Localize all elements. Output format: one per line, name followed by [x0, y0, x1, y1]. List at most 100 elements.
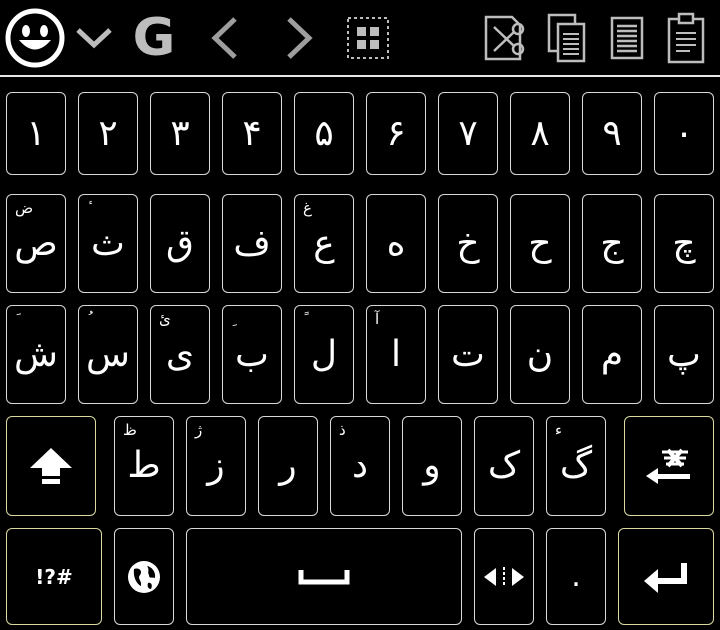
key-label: ۶	[386, 112, 406, 154]
key-label: ٨	[530, 112, 550, 154]
cursor-arrows-icon	[484, 566, 524, 587]
symbols-key[interactable]: !?#	[6, 528, 102, 625]
letter-key[interactable]: آا	[366, 305, 426, 404]
key-label: ح	[528, 222, 552, 264]
key-label: ی	[165, 333, 195, 375]
key-hint-label: ظ	[123, 421, 137, 439]
language-key[interactable]	[114, 528, 174, 625]
suggestion-toolbar: G	[0, 0, 720, 76]
key-label: ب	[235, 333, 269, 375]
letter-key[interactable]: ضص	[6, 194, 66, 293]
globe-icon	[128, 560, 160, 593]
period-key[interactable]: .	[546, 528, 606, 625]
google-icon[interactable]: G	[122, 4, 186, 72]
key-hint-label: ض	[15, 199, 34, 217]
key-label: پ	[667, 333, 701, 375]
shift-icon	[30, 448, 72, 484]
letter-key[interactable]: ذد	[330, 416, 390, 516]
key-label: ش	[14, 333, 58, 375]
space-icon	[298, 569, 350, 584]
digit-key[interactable]: ٩	[582, 92, 642, 175]
arrow-left-icon[interactable]	[200, 4, 250, 72]
key-hint-label: غ	[303, 199, 312, 217]
key-label: ز	[207, 445, 225, 486]
key-label: ع	[313, 222, 335, 264]
key-hint-label: ذ	[339, 421, 346, 439]
enter-icon	[644, 562, 687, 593]
letter-key[interactable]: ٔث	[78, 194, 138, 293]
letter-key[interactable]: ج	[582, 194, 642, 293]
key-label: ص	[14, 222, 58, 264]
google-label: G	[132, 8, 176, 68]
letter-key[interactable]: چ	[654, 194, 714, 293]
key-hint-label: ء	[555, 421, 563, 439]
digit-key[interactable]: ۴	[222, 92, 282, 175]
key-label: ٩	[602, 112, 622, 154]
key-label: ٧	[458, 112, 478, 154]
emoji-icon[interactable]	[2, 4, 68, 72]
digit-key[interactable]: ١	[6, 92, 66, 175]
letter-key[interactable]: ءگ	[546, 416, 606, 516]
letter-key[interactable]: ح	[510, 194, 570, 293]
letter-key[interactable]: خ	[438, 194, 498, 293]
letter-key[interactable]: ئی	[150, 305, 210, 404]
key-label: ث	[91, 222, 125, 264]
key-label: ٢	[98, 112, 118, 154]
letter-key[interactable]: ن	[510, 305, 570, 404]
cursor-move-key[interactable]	[474, 528, 534, 625]
key-label: گ	[559, 445, 593, 486]
enter-key[interactable]	[618, 528, 714, 625]
key-label: د	[351, 445, 369, 486]
letter-key[interactable]: ت	[438, 305, 498, 404]
select-all-icon[interactable]	[342, 4, 394, 72]
letter-key[interactable]: ظط	[114, 416, 174, 516]
select-text-icon[interactable]	[604, 4, 650, 72]
symbols-label: !?#	[35, 564, 73, 589]
letter-key[interactable]: ِب	[222, 305, 282, 404]
key-label: ف	[233, 222, 271, 264]
letter-key[interactable]: ُس	[78, 305, 138, 404]
letter-key[interactable]: ًل	[294, 305, 354, 404]
key-label: ۵	[314, 112, 334, 154]
letter-key[interactable]: ژز	[186, 416, 246, 516]
digit-key[interactable]: ۵	[294, 92, 354, 175]
backspace-icon	[646, 448, 690, 484]
letter-key[interactable]: ک	[474, 416, 534, 516]
key-label: ج	[600, 222, 624, 264]
letter-key[interactable]: ق	[150, 194, 210, 293]
key-label: ا	[390, 333, 401, 375]
digit-key[interactable]: ٢	[78, 92, 138, 175]
key-label: ه	[386, 222, 406, 264]
letter-key[interactable]: ر	[258, 416, 318, 516]
letter-key[interactable]: غع	[294, 194, 354, 293]
key-label: ق	[166, 222, 194, 264]
chevron-down-icon[interactable]	[72, 4, 116, 72]
digit-key[interactable]: ۶	[366, 92, 426, 175]
backspace-key[interactable]	[624, 416, 714, 516]
toolbar-divider	[0, 75, 720, 77]
letter-key[interactable]: ف	[222, 194, 282, 293]
digit-key[interactable]: ٣	[150, 92, 210, 175]
digit-key[interactable]: ٠	[654, 92, 714, 175]
key-hint-label: ئ	[159, 310, 171, 328]
letter-key[interactable]: پ	[654, 305, 714, 404]
key-label: ١	[26, 112, 46, 154]
digit-key[interactable]: ٧	[438, 92, 498, 175]
letter-key[interactable]: م	[582, 305, 642, 404]
paste-icon[interactable]	[662, 4, 710, 72]
key-label: ط	[127, 445, 161, 486]
copy-icon[interactable]	[544, 4, 590, 72]
letter-key[interactable]: ه	[366, 194, 426, 293]
key-hint-label: آ	[375, 310, 380, 328]
cut-icon[interactable]	[480, 4, 532, 72]
letter-key[interactable]: َش	[6, 305, 66, 404]
digit-key[interactable]: ٨	[510, 92, 570, 175]
key-label: چ	[672, 222, 696, 264]
key-label: ر	[279, 445, 297, 486]
shift-key[interactable]	[6, 416, 96, 516]
letter-key[interactable]: و	[402, 416, 462, 516]
key-label: ل	[310, 333, 338, 375]
arrow-right-icon[interactable]	[274, 4, 324, 72]
key-label: ت	[451, 333, 485, 375]
space-key[interactable]	[186, 528, 462, 625]
